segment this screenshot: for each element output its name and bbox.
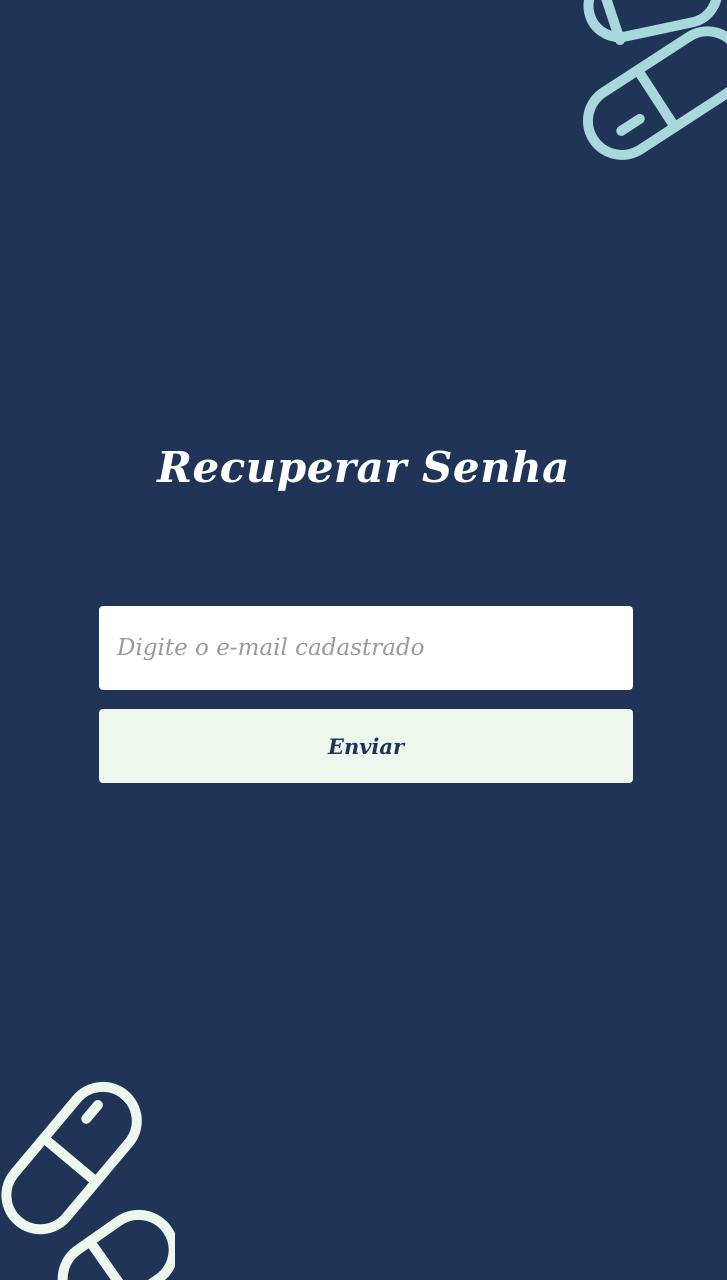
capsule-pill-icon: [582, 0, 727, 160]
send-button[interactable]: Enviar: [99, 709, 633, 783]
recover-password-screen: Recuperar Senha Enviar: [0, 0, 727, 1280]
capsule-pill-icon: [1, 1081, 175, 1280]
page-title: Recuperar Senha: [157, 443, 570, 492]
email-field[interactable]: [99, 606, 633, 690]
